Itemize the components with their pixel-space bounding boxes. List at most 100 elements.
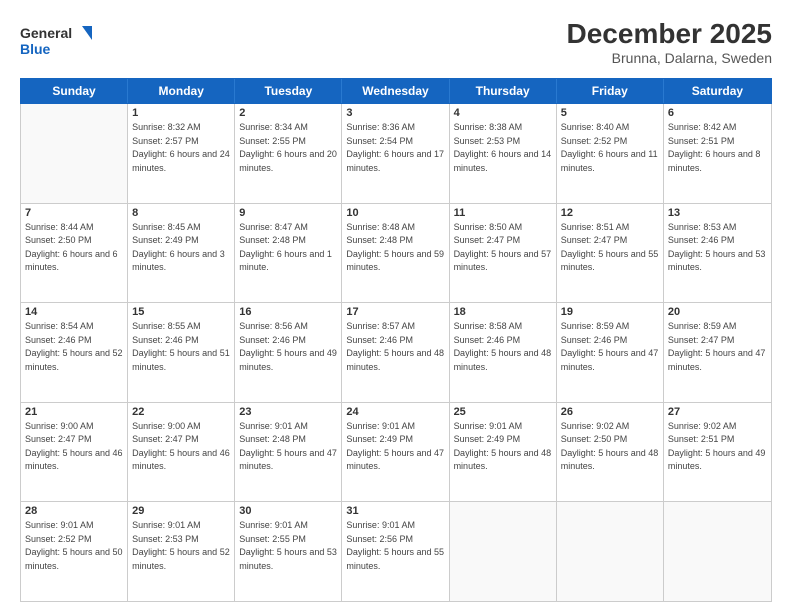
calendar-cell: 29 Sunrise: 9:01 AM Sunset: 2:53 PM Dayli… [128, 502, 235, 601]
day-number: 14 [25, 306, 123, 318]
day-detail: Sunrise: 8:56 AM Sunset: 2:46 PM Dayligh… [239, 320, 337, 374]
calendar-cell: 7 Sunrise: 8:44 AM Sunset: 2:50 PM Daylig… [21, 204, 128, 303]
day-detail: Sunrise: 9:01 AM Sunset: 2:53 PM Dayligh… [132, 519, 230, 573]
day-number: 2 [239, 107, 337, 119]
day-number: 4 [454, 107, 552, 119]
day-detail: Sunrise: 9:00 AM Sunset: 2:47 PM Dayligh… [25, 420, 123, 474]
day-number: 20 [668, 306, 767, 318]
main-title: December 2025 [567, 18, 772, 50]
calendar-cell: 26Sunrise: 9:02 AM Sunset: 2:50 PM Dayli… [557, 403, 664, 502]
logo: General Blue [20, 18, 100, 68]
logo-icon: General Blue [20, 18, 100, 63]
calendar-cell: 24 Sunrise: 9:01 AM Sunset: 2:49 PM Dayli… [342, 403, 449, 502]
day-detail: Sunrise: 9:01 AM Sunset: 2:56 PM Dayligh… [346, 519, 444, 573]
calendar-body: 1 Sunrise: 8:32 AM Sunset: 2:57 PM Daylig… [20, 104, 772, 602]
day-number: 16 [239, 306, 337, 318]
day-of-week-header: Saturday [664, 79, 771, 103]
day-detail: Sunrise: 8:45 AM Sunset: 2:49 PM Dayligh… [132, 221, 230, 275]
day-number: 15 [132, 306, 230, 318]
day-number: 3 [346, 107, 444, 119]
calendar-cell: 31 Sunrise: 9:01 AM Sunset: 2:56 PM Dayli… [342, 502, 449, 601]
day-detail: Sunrise: 9:01 AM Sunset: 2:48 PM Dayligh… [239, 420, 337, 474]
day-detail: Sunrise: 8:54 AM Sunset: 2:46 PM Dayligh… [25, 320, 123, 374]
day-of-week-header: Friday [557, 79, 664, 103]
calendar-row: 7 Sunrise: 8:44 AM Sunset: 2:50 PM Daylig… [21, 204, 771, 304]
day-of-week-header: Tuesday [235, 79, 342, 103]
calendar-cell: 10 Sunrise: 8:48 AM Sunset: 2:48 PM Dayli… [342, 204, 449, 303]
day-detail: Sunrise: 8:59 AM Sunset: 2:46 PM Dayligh… [561, 320, 659, 374]
calendar-cell: 3 Sunrise: 8:36 AM Sunset: 2:54 PM Daylig… [342, 104, 449, 203]
calendar-cell: 21 Sunrise: 9:00 AM Sunset: 2:47 PM Dayli… [21, 403, 128, 502]
header: General Blue December 2025 Brunna, Dalar… [20, 18, 772, 68]
day-number: 10 [346, 207, 444, 219]
day-detail: Sunrise: 8:42 AM Sunset: 2:51 PM Dayligh… [668, 121, 767, 175]
calendar-row: 21 Sunrise: 9:00 AM Sunset: 2:47 PM Dayli… [21, 403, 771, 503]
calendar-cell: 14 Sunrise: 8:54 AM Sunset: 2:46 PM Dayli… [21, 303, 128, 402]
day-detail: Sunrise: 9:01 AM Sunset: 2:55 PM Dayligh… [239, 519, 337, 573]
day-number: 24 [346, 406, 444, 418]
day-detail: Sunrise: 8:40 AM Sunset: 2:52 PM Dayligh… [561, 121, 659, 175]
calendar-cell: 8 Sunrise: 8:45 AM Sunset: 2:49 PM Daylig… [128, 204, 235, 303]
day-number: 11 [454, 207, 552, 219]
day-of-week-header: Wednesday [342, 79, 449, 103]
calendar-cell: 17Sunrise: 8:57 AM Sunset: 2:46 PM Dayli… [342, 303, 449, 402]
calendar-cell: 4Sunrise: 8:38 AM Sunset: 2:53 PM Daylig… [450, 104, 557, 203]
day-number: 31 [346, 505, 444, 517]
calendar-cell [557, 502, 664, 601]
day-number: 27 [668, 406, 767, 418]
day-of-week-header: Thursday [450, 79, 557, 103]
day-number: 23 [239, 406, 337, 418]
day-of-week-header: Sunday [21, 79, 128, 103]
day-number: 5 [561, 107, 659, 119]
day-detail: Sunrise: 8:36 AM Sunset: 2:54 PM Dayligh… [346, 121, 444, 175]
day-detail: Sunrise: 8:44 AM Sunset: 2:50 PM Dayligh… [25, 221, 123, 275]
day-number: 26 [561, 406, 659, 418]
day-number: 13 [668, 207, 767, 219]
title-block: December 2025 Brunna, Dalarna, Sweden [567, 18, 772, 66]
day-detail: Sunrise: 8:58 AM Sunset: 2:46 PM Dayligh… [454, 320, 552, 374]
calendar-cell: 11Sunrise: 8:50 AM Sunset: 2:47 PM Dayli… [450, 204, 557, 303]
calendar-cell [450, 502, 557, 601]
day-number: 18 [454, 306, 552, 318]
day-number: 21 [25, 406, 123, 418]
day-number: 29 [132, 505, 230, 517]
calendar-cell: 1 Sunrise: 8:32 AM Sunset: 2:57 PM Daylig… [128, 104, 235, 203]
day-detail: Sunrise: 8:34 AM Sunset: 2:55 PM Dayligh… [239, 121, 337, 175]
day-number: 30 [239, 505, 337, 517]
day-detail: Sunrise: 8:32 AM Sunset: 2:57 PM Dayligh… [132, 121, 230, 175]
calendar-header: SundayMondayTuesdayWednesdayThursdayFrid… [20, 78, 772, 104]
day-detail: Sunrise: 8:48 AM Sunset: 2:48 PM Dayligh… [346, 221, 444, 275]
day-of-week-header: Monday [128, 79, 235, 103]
day-detail: Sunrise: 9:02 AM Sunset: 2:51 PM Dayligh… [668, 420, 767, 474]
day-detail: Sunrise: 9:01 AM Sunset: 2:49 PM Dayligh… [454, 420, 552, 474]
calendar-cell [664, 502, 771, 601]
day-detail: Sunrise: 8:59 AM Sunset: 2:47 PM Dayligh… [668, 320, 767, 374]
day-detail: Sunrise: 8:51 AM Sunset: 2:47 PM Dayligh… [561, 221, 659, 275]
day-number: 9 [239, 207, 337, 219]
calendar-cell: 13 Sunrise: 8:53 AM Sunset: 2:46 PM Dayli… [664, 204, 771, 303]
calendar-cell: 22Sunrise: 9:00 AM Sunset: 2:47 PM Dayli… [128, 403, 235, 502]
day-number: 7 [25, 207, 123, 219]
calendar-cell: 6Sunrise: 8:42 AM Sunset: 2:51 PM Daylig… [664, 104, 771, 203]
calendar-row: 1 Sunrise: 8:32 AM Sunset: 2:57 PM Daylig… [21, 104, 771, 204]
subtitle: Brunna, Dalarna, Sweden [567, 50, 772, 66]
calendar-cell: 2 Sunrise: 8:34 AM Sunset: 2:55 PM Daylig… [235, 104, 342, 203]
calendar-cell: 12Sunrise: 8:51 AM Sunset: 2:47 PM Dayli… [557, 204, 664, 303]
day-detail: Sunrise: 8:47 AM Sunset: 2:48 PM Dayligh… [239, 221, 337, 275]
day-detail: Sunrise: 8:55 AM Sunset: 2:46 PM Dayligh… [132, 320, 230, 374]
day-number: 1 [132, 107, 230, 119]
calendar-cell: 16 Sunrise: 8:56 AM Sunset: 2:46 PM Dayli… [235, 303, 342, 402]
calendar-cell: 19 Sunrise: 8:59 AM Sunset: 2:46 PM Dayli… [557, 303, 664, 402]
day-number: 17 [346, 306, 444, 318]
day-detail: Sunrise: 8:53 AM Sunset: 2:46 PM Dayligh… [668, 221, 767, 275]
day-detail: Sunrise: 9:01 AM Sunset: 2:52 PM Dayligh… [25, 519, 123, 573]
calendar: SundayMondayTuesdayWednesdayThursdayFrid… [20, 78, 772, 602]
day-number: 8 [132, 207, 230, 219]
day-detail: Sunrise: 9:01 AM Sunset: 2:49 PM Dayligh… [346, 420, 444, 474]
calendar-cell: 15 Sunrise: 8:55 AM Sunset: 2:46 PM Dayli… [128, 303, 235, 402]
calendar-cell: 23 Sunrise: 9:01 AM Sunset: 2:48 PM Dayli… [235, 403, 342, 502]
calendar-row: 14 Sunrise: 8:54 AM Sunset: 2:46 PM Dayli… [21, 303, 771, 403]
calendar-cell: 20 Sunrise: 8:59 AM Sunset: 2:47 PM Dayli… [664, 303, 771, 402]
day-detail: Sunrise: 9:00 AM Sunset: 2:47 PM Dayligh… [132, 420, 230, 474]
day-number: 19 [561, 306, 659, 318]
